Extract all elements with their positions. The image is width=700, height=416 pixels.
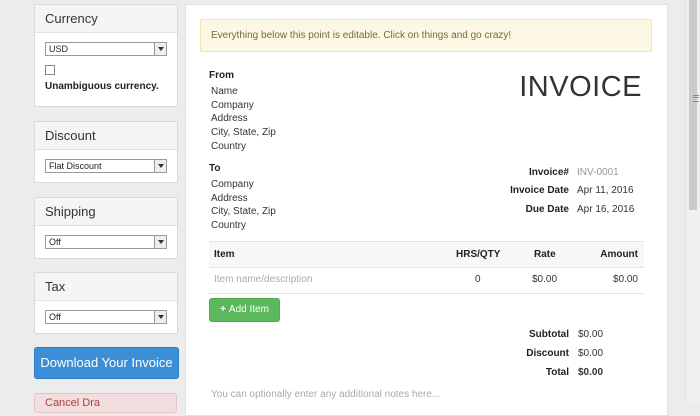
item-description-field[interactable]: Item name/description bbox=[214, 267, 312, 292]
currency-panel: Currency USD Unambiguous currency. bbox=[34, 4, 178, 107]
currency-title: Currency bbox=[35, 5, 177, 33]
unambiguous-currency-checkbox[interactable] bbox=[45, 65, 55, 75]
discount-total-value: $0.00 bbox=[578, 348, 604, 359]
page-scrollbar[interactable] bbox=[685, 0, 700, 403]
currency-select-value: USD bbox=[49, 44, 69, 54]
subtotal-value: $0.00 bbox=[578, 329, 604, 340]
chevron-down-icon bbox=[154, 160, 166, 172]
currency-select[interactable]: USD bbox=[45, 42, 167, 56]
chevron-down-icon bbox=[154, 236, 166, 248]
due-date-field[interactable]: Apr 16, 2016 bbox=[577, 204, 634, 215]
plus-icon: + bbox=[220, 304, 226, 315]
discount-panel: Discount Flat Discount bbox=[34, 121, 178, 183]
from-name[interactable]: Name bbox=[211, 85, 276, 99]
from-country[interactable]: Country bbox=[211, 140, 276, 154]
invoice-number-label: Invoice# bbox=[528, 167, 569, 178]
discount-select-value: Flat Discount bbox=[49, 161, 102, 171]
to-label: To bbox=[209, 163, 221, 174]
to-city[interactable]: City, State, Zip bbox=[211, 205, 276, 219]
total-label: Total bbox=[545, 367, 569, 378]
from-label: From bbox=[209, 70, 234, 81]
to-street[interactable]: Address bbox=[211, 192, 276, 206]
tax-panel: Tax Off bbox=[34, 272, 178, 334]
from-company[interactable]: Company bbox=[211, 99, 276, 113]
invoice-date-label: Invoice Date bbox=[510, 185, 569, 196]
editable-notice: Everything below this point is editable.… bbox=[200, 19, 652, 52]
discount-select[interactable]: Flat Discount bbox=[45, 159, 167, 173]
chevron-down-icon bbox=[154, 43, 166, 55]
from-address[interactable]: Name Company Address City, State, Zip Co… bbox=[211, 85, 276, 154]
shipping-select[interactable]: Off bbox=[45, 235, 167, 249]
notes-field[interactable]: You can optionally enter any additional … bbox=[211, 389, 440, 400]
to-company[interactable]: Company bbox=[211, 178, 276, 192]
qty-column-header: HRS/QTY bbox=[456, 249, 501, 260]
amount-column-header: Amount bbox=[600, 249, 638, 260]
to-country[interactable]: Country bbox=[211, 219, 276, 233]
grip-icon bbox=[693, 95, 699, 102]
unambiguous-currency-label: Unambiguous currency. bbox=[45, 81, 159, 92]
shipping-title: Shipping bbox=[35, 198, 177, 226]
scrollbar-thumb[interactable] bbox=[689, 0, 699, 210]
download-invoice-button[interactable]: Download Your Invoice bbox=[34, 347, 179, 379]
discount-title: Discount bbox=[35, 122, 177, 150]
invoice-date-field[interactable]: Apr 11, 2016 bbox=[577, 185, 634, 196]
invoice-title[interactable]: INVOICE bbox=[519, 71, 642, 104]
tax-select[interactable]: Off bbox=[45, 310, 167, 324]
cancel-draft-button[interactable]: Cancel Dra bbox=[34, 393, 177, 413]
rate-column-header: Rate bbox=[534, 249, 556, 260]
item-column-header: Item bbox=[214, 249, 235, 260]
item-rate-field[interactable]: $0.00 bbox=[532, 267, 557, 292]
to-address[interactable]: Company Address City, State, Zip Country bbox=[211, 178, 276, 233]
item-amount-value: $0.00 bbox=[612, 274, 638, 285]
invoice-document: Everything below this point is editable.… bbox=[185, 4, 668, 416]
table-row: Item name/description 0 $0.00 $0.00 bbox=[209, 267, 644, 294]
total-value: $0.00 bbox=[578, 367, 604, 378]
invoice-number-field[interactable]: INV-0001 bbox=[577, 167, 619, 178]
shipping-select-value: Off bbox=[49, 237, 61, 247]
subtotal-label: Subtotal bbox=[529, 329, 569, 340]
tax-select-value: Off bbox=[49, 312, 61, 322]
due-date-label: Due Date bbox=[525, 204, 569, 215]
add-item-button[interactable]: + Add Item bbox=[209, 298, 280, 322]
add-item-label: Add Item bbox=[228, 304, 269, 315]
from-street[interactable]: Address bbox=[211, 112, 276, 126]
from-city[interactable]: City, State, Zip bbox=[211, 126, 276, 140]
discount-total-label: Discount bbox=[526, 348, 569, 359]
item-qty-field[interactable]: 0 bbox=[475, 267, 481, 292]
chevron-down-icon bbox=[154, 311, 166, 323]
tax-title: Tax bbox=[35, 273, 177, 301]
items-table-header: Item HRS/QTY Rate Amount bbox=[209, 241, 644, 268]
shipping-panel: Shipping Off bbox=[34, 197, 178, 259]
